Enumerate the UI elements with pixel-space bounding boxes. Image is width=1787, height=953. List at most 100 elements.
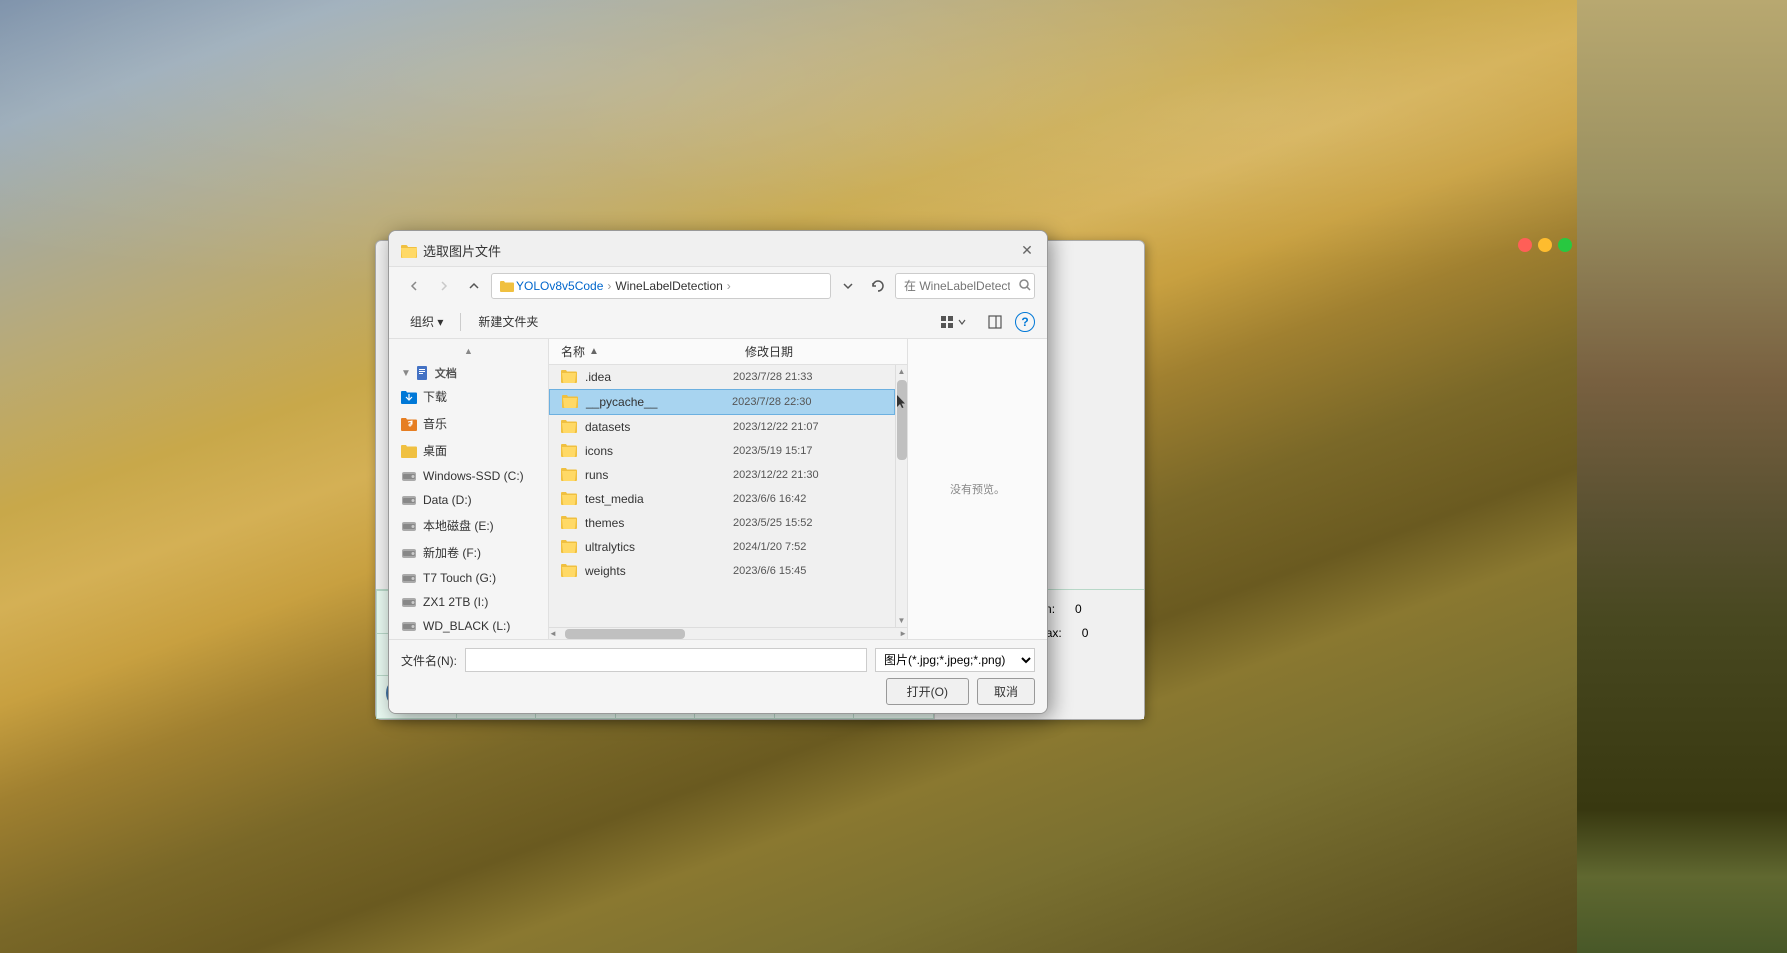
column-date[interactable]: 修改日期 — [745, 343, 895, 360]
vscroll-down-btn[interactable]: ▼ — [896, 614, 907, 627]
folder-icon-ultralytics — [561, 539, 577, 555]
file-date-themes: 2023/5/25 15:52 — [733, 517, 883, 529]
preview-text: 没有预览。 — [950, 481, 1005, 497]
folder-icon-themes — [561, 515, 577, 531]
file-name-runs: runs — [585, 468, 733, 482]
chevron-down-small-icon — [958, 319, 966, 325]
chevron-down-icon — [843, 282, 853, 290]
file-name-idea: .idea — [585, 370, 733, 384]
macos-close[interactable] — [1518, 238, 1532, 252]
nav-up-button[interactable] — [461, 273, 487, 299]
sidebar-item-e-drive[interactable]: 本地磁盘 (E:) — [389, 512, 548, 539]
view-toggle-button[interactable] — [931, 311, 975, 333]
file-name-testmedia: test_media — [585, 492, 733, 506]
breadcrumb-bar[interactable]: YOLOv8v5Code › WineLabelDetection › — [491, 273, 831, 299]
file-name-weights: weights — [585, 564, 733, 578]
sidebar-f-drive-label: 新加卷 (F:) — [423, 544, 481, 561]
download-folder-icon — [401, 390, 417, 404]
dialog-nav: YOLOv8v5Code › WineLabelDetection › — [389, 267, 1047, 305]
dialog-title: 选取图片文件 — [401, 241, 501, 260]
file-name-themes: themes — [585, 516, 733, 530]
dialog-titlebar: 选取图片文件 ✕ — [389, 231, 1047, 267]
sidebar-l-drive-label: WD_BLACK (L:) — [423, 619, 510, 633]
folder-icon-testmedia — [561, 491, 577, 507]
nav-forward-button[interactable] — [431, 273, 457, 299]
dialog-actions: 打开(O) 取消 — [401, 678, 1035, 705]
sidebar-item-music[interactable]: 音乐 — [389, 410, 548, 437]
hscroll-right-btn[interactable]: ► — [899, 629, 907, 638]
file-item-pycache[interactable]: __pycache__ 2023/7/28 22:30 — [549, 389, 895, 415]
vscroll-up-btn[interactable]: ▲ — [896, 365, 907, 378]
breadcrumb-part2[interactable]: WineLabelDetection — [615, 279, 722, 293]
filelist-scroll-wrap: .idea 2023/7/28 21:33 __pycache__ 2023/7… — [549, 365, 907, 627]
sidebar-item-download[interactable]: 下载 — [389, 383, 548, 410]
docs-icon — [415, 365, 431, 381]
sidebar-item-l-drive[interactable]: WD_BLACK (L:) — [389, 614, 548, 638]
drive-g-icon — [401, 571, 417, 585]
search-button[interactable] — [1019, 279, 1031, 294]
file-item-runs[interactable]: runs 2023/12/22 21:30 — [549, 463, 895, 487]
filelist-header: 名称 ▲ 修改日期 — [549, 339, 907, 365]
file-item-weights[interactable]: weights 2023/6/6 15:45 — [549, 559, 895, 583]
folder-icon-idea — [561, 369, 577, 385]
filename-label: 文件名(N): — [401, 652, 457, 669]
new-folder-button[interactable]: 新建文件夹 — [469, 309, 547, 334]
drive-e-icon — [401, 519, 417, 533]
nav-back-button[interactable] — [401, 273, 427, 299]
drive-f-icon — [401, 546, 417, 560]
macos-maximize[interactable] — [1558, 238, 1572, 252]
sidebar-item-d-drive[interactable]: Data (D:) — [389, 488, 548, 512]
organize-button[interactable]: 组织 ▾ — [401, 309, 452, 334]
sidebar-docs-label: 文档 — [435, 365, 457, 381]
breadcrumb-dropdown-button[interactable] — [835, 273, 861, 299]
refresh-icon — [871, 279, 885, 293]
nav-up-icon — [469, 281, 479, 291]
refresh-button[interactable] — [865, 273, 891, 299]
column-name[interactable]: 名称 ▲ — [561, 343, 745, 360]
file-date-icons: 2023/5/19 15:17 — [733, 445, 883, 457]
file-item[interactable]: .idea 2023/7/28 21:33 — [549, 365, 895, 389]
file-item-datasets[interactable]: datasets 2023/12/22 21:07 — [549, 415, 895, 439]
file-item-testmedia[interactable]: test_media 2023/6/6 16:42 — [549, 487, 895, 511]
sidebar-music-label: 音乐 — [423, 415, 447, 432]
search-input[interactable] — [895, 273, 1035, 299]
sidebar-expand-docs[interactable]: ▼ — [401, 368, 411, 379]
macos-minimize[interactable] — [1538, 238, 1552, 252]
file-name-datasets: datasets — [585, 420, 733, 434]
open-button[interactable]: 打开(O) — [886, 678, 969, 705]
help-button[interactable]: ? — [1015, 312, 1035, 332]
grid-view-icon — [940, 315, 954, 329]
vscroll-thumb[interactable] — [897, 380, 907, 460]
column-date-label: 修改日期 — [745, 345, 793, 359]
file-item-icons[interactable]: icons 2023/5/19 15:17 — [549, 439, 895, 463]
pane-icon — [988, 315, 1002, 329]
ymin-value: 0 — [1075, 602, 1082, 616]
breadcrumb-sep1: › — [607, 279, 611, 293]
hscroll-thumb[interactable] — [565, 629, 685, 639]
folder-icon-icons — [561, 443, 577, 459]
sidebar-item-f-drive[interactable]: 新加卷 (F:) — [389, 539, 548, 566]
breadcrumb-part1[interactable]: YOLOv8v5Code — [516, 279, 603, 293]
filetype-select[interactable]: 图片(*.jpg;*.jpeg;*.png) 所有文件 (*.*) — [875, 648, 1035, 672]
sidebar-item-c-drive[interactable]: Windows-SSD (C:) — [389, 464, 548, 488]
sidebar-scroll-down[interactable]: ▼ — [389, 638, 548, 639]
file-item-themes[interactable]: themes 2023/5/25 15:52 — [549, 511, 895, 535]
sidebar-c-drive-label: Windows-SSD (C:) — [423, 469, 524, 483]
ymax-value: 0 — [1082, 626, 1089, 640]
sidebar-item-desktop[interactable]: 桌面 — [389, 437, 548, 464]
hscroll-left-btn[interactable]: ◄ — [549, 629, 557, 638]
dialog-close-button[interactable]: ✕ — [1019, 243, 1035, 259]
column-name-label: 名称 — [561, 343, 585, 360]
pane-toggle-button[interactable] — [979, 311, 1011, 333]
sidebar-item-i-drive[interactable]: ZX1 2TB (I:) — [389, 590, 548, 614]
column-name-sort: ▲ — [589, 346, 599, 357]
folder-icon-pycache — [562, 394, 578, 410]
sidebar-item-g-drive[interactable]: T7 Touch (G:) — [389, 566, 548, 590]
cancel-button[interactable]: 取消 — [977, 678, 1035, 705]
sidebar-scroll-up[interactable]: ▲ — [389, 343, 548, 359]
file-name-ultralytics: ultralytics — [585, 540, 733, 554]
dialog-body: ▲ ▼ 文档 下载 — [389, 339, 1047, 639]
file-item-ultralytics[interactable]: ultralytics 2024/1/20 7:52 — [549, 535, 895, 559]
drive-c-icon — [401, 469, 417, 483]
filename-input[interactable] — [465, 648, 867, 672]
